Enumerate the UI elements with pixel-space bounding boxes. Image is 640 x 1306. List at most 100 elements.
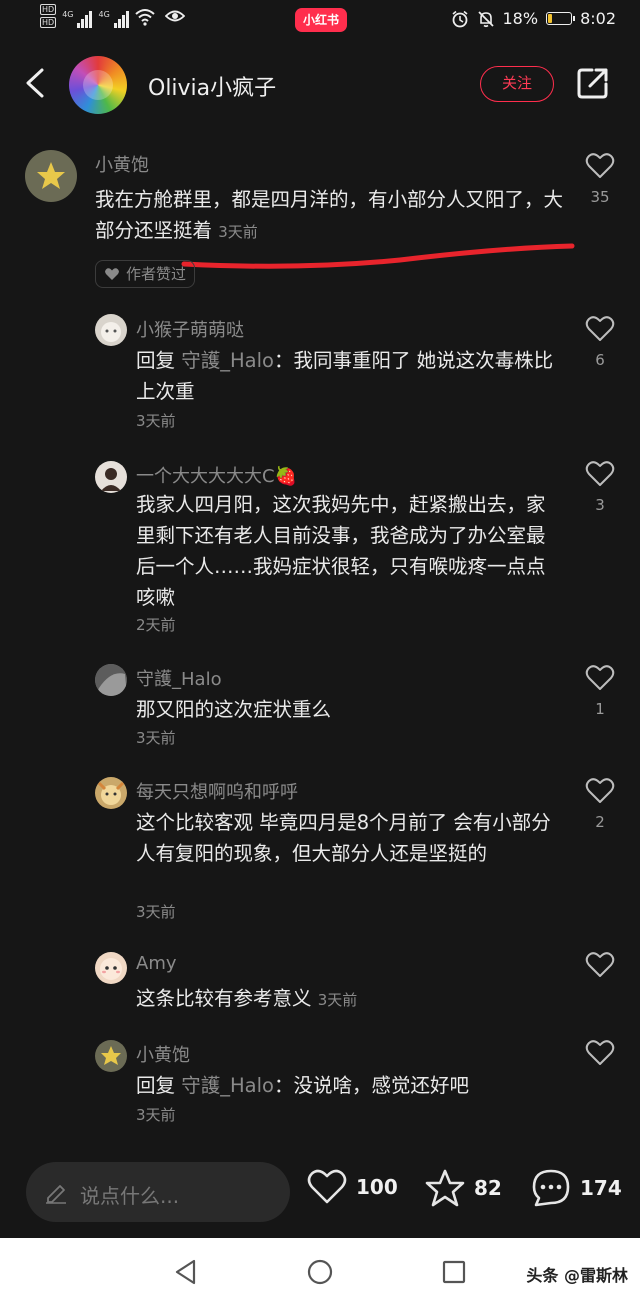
hd-icons: HD HD <box>40 4 57 28</box>
commenter-name[interactable]: 每天只想啊呜和呼呼 <box>136 778 298 804</box>
comment-bubble-icon <box>532 1169 570 1207</box>
comment-time: 3天前 <box>136 412 176 430</box>
comment-body: 我家人四月阳，这次我妈先中，赶紧搬出去，家里剩下还有老人目前没事，我爸成为了办公… <box>136 493 546 609</box>
comment-body: ：没说啥，感觉还好吧 <box>273 1074 469 1097</box>
status-bar: HD HD 4G 4G 小红书 18% 8:02 <box>0 0 640 40</box>
reply-target[interactable]: 守護_Halo <box>181 349 274 372</box>
eye-icon <box>164 10 185 22</box>
signal-icon <box>113 10 129 28</box>
system-nav-bar: 头条 @雷斯林 <box>0 1238 640 1306</box>
like-count: 3 <box>595 496 605 514</box>
like-heart-icon[interactable] <box>585 664 615 692</box>
reply-prefix: 回复 <box>136 1074 176 1097</box>
star-avatar-icon <box>101 1046 121 1065</box>
commenter-avatar[interactable] <box>95 461 127 493</box>
hd-icon: HD <box>40 4 57 15</box>
comment-text[interactable]: 这条比较有参考意义 3天前 <box>136 983 556 1016</box>
battery-percent: 18% <box>502 9 539 28</box>
comment-time: 3天前 <box>136 729 176 747</box>
bottom-action-bar: 说点什么... 100 82 174 <box>0 1150 640 1238</box>
clock: 8:02 <box>580 9 616 28</box>
author-name[interactable]: Olivia小疯子 <box>148 70 276 102</box>
share-icon[interactable] <box>576 66 610 100</box>
like-heart-icon[interactable] <box>585 777 615 805</box>
nav-recents-icon[interactable] <box>440 1258 468 1286</box>
comment-time: 3天前 <box>136 1106 176 1124</box>
comment-text[interactable]: 我家人四月阳，这次我妈先中，赶紧搬出去，家里剩下还有老人目前没事，我爸成为了办公… <box>136 489 556 613</box>
favorite-button[interactable]: 82 <box>424 1168 502 1208</box>
comment-text[interactable]: 回复 守護_Halo：没说啥，感觉还好吧 <box>136 1070 556 1101</box>
network-type: 4G <box>62 10 74 19</box>
pencil-icon <box>46 1185 66 1204</box>
commenter-avatar[interactable] <box>95 777 127 809</box>
app-badge: 小红书 <box>295 8 347 32</box>
network-type: 4G <box>98 10 110 19</box>
cat-avatar-icon <box>101 322 121 342</box>
signal-icon <box>77 10 93 28</box>
like-total: 100 <box>356 1175 398 1199</box>
heart-icon <box>307 1169 347 1204</box>
author-liked-badge: 作者赞过 <box>95 260 196 288</box>
wifi-icon <box>135 9 155 26</box>
nav-home-icon[interactable] <box>306 1258 334 1286</box>
commenter-avatar[interactable] <box>95 1040 127 1072</box>
reply-prefix: 回复 <box>136 349 176 372</box>
like-heart-icon[interactable] <box>585 152 615 180</box>
commenter-name[interactable]: 一个大大大大大C🍓 <box>136 462 297 488</box>
commenter-avatar[interactable] <box>95 952 127 984</box>
comment-body: 那又阳的这次症状重么 <box>136 698 332 721</box>
author-liked-label: 作者赞过 <box>126 265 187 283</box>
star-avatar-icon <box>37 162 65 189</box>
favorite-total: 82 <box>474 1176 502 1200</box>
comment-text[interactable]: 这个比较客观 毕竟四月是8个月前了 会有小部分人有复阳的现象，但大部分人还是坚挺… <box>136 807 556 869</box>
comment-time: 2天前 <box>136 616 176 634</box>
commenter-name[interactable]: 小黄饱 <box>136 1041 190 1067</box>
back-arrow-icon[interactable] <box>20 66 54 100</box>
status-left: HD HD 4G 4G <box>40 4 185 28</box>
like-count: 35 <box>590 188 610 206</box>
red-underline-mark <box>181 243 575 269</box>
like-count: 2 <box>595 813 605 831</box>
reply-target[interactable]: 守護_Halo <box>181 1074 274 1097</box>
status-right: 18% 8:02 <box>451 9 616 28</box>
commenter-avatar[interactable] <box>95 664 127 696</box>
commenter-name[interactable]: 小黄饱 <box>95 151 149 177</box>
commenter-avatar[interactable] <box>25 150 77 202</box>
like-heart-icon[interactable] <box>585 951 615 979</box>
like-count: 1 <box>595 700 605 718</box>
like-count: 6 <box>595 351 605 369</box>
alarm-icon <box>451 10 468 27</box>
comment-body: 我在方舱群里，都是四月洋的，有小部分人又阳了，大部分还坚挺着 <box>95 188 564 242</box>
comment-body: 这个比较客观 毕竟四月是8个月前了 会有小部分人有复阳的现象，但大部分人还是坚挺… <box>136 811 551 865</box>
hd-icon: HD <box>40 17 57 28</box>
author-avatar[interactable] <box>69 56 127 114</box>
follow-button[interactable]: 关注 <box>480 66 554 102</box>
comment-time: 3天前 <box>136 903 176 921</box>
comment-input[interactable]: 说点什么... <box>26 1162 290 1222</box>
like-button[interactable]: 100 <box>306 1168 398 1206</box>
commenter-name[interactable]: Amy <box>136 953 177 974</box>
watermark: 头条 @雷斯林 <box>526 1266 628 1285</box>
comment-body: 这条比较有参考意义 <box>136 987 312 1010</box>
commenter-name[interactable]: 守護_Halo <box>136 665 222 691</box>
comment-text[interactable]: 回复 守護_Halo：我同事重阳了 她说这次毒株比上次重 <box>136 345 556 407</box>
battery-icon <box>546 12 576 25</box>
moon-avatar-icon <box>95 664 127 696</box>
commenter-name[interactable]: 小猴子萌萌哒 <box>136 316 244 342</box>
comment-time: 3天前 <box>317 991 358 1009</box>
heart-filled-icon <box>105 268 119 280</box>
mute-bell-icon <box>477 10 494 27</box>
comment-total: 174 <box>580 1176 622 1200</box>
star-icon <box>425 1169 465 1207</box>
comment-button[interactable]: 174 <box>530 1168 622 1208</box>
pet-avatar-icon <box>97 781 125 805</box>
comment-input-placeholder: 说点什么... <box>80 1184 180 1208</box>
like-heart-icon[interactable] <box>585 315 615 343</box>
like-heart-icon[interactable] <box>585 1039 615 1067</box>
comment-text[interactable]: 那又阳的这次症状重么 <box>136 694 556 725</box>
like-heart-icon[interactable] <box>585 460 615 488</box>
commenter-avatar[interactable] <box>95 314 127 346</box>
person-avatar-icon <box>101 468 121 491</box>
face-avatar-icon <box>100 958 122 980</box>
nav-back-icon[interactable] <box>172 1258 200 1286</box>
